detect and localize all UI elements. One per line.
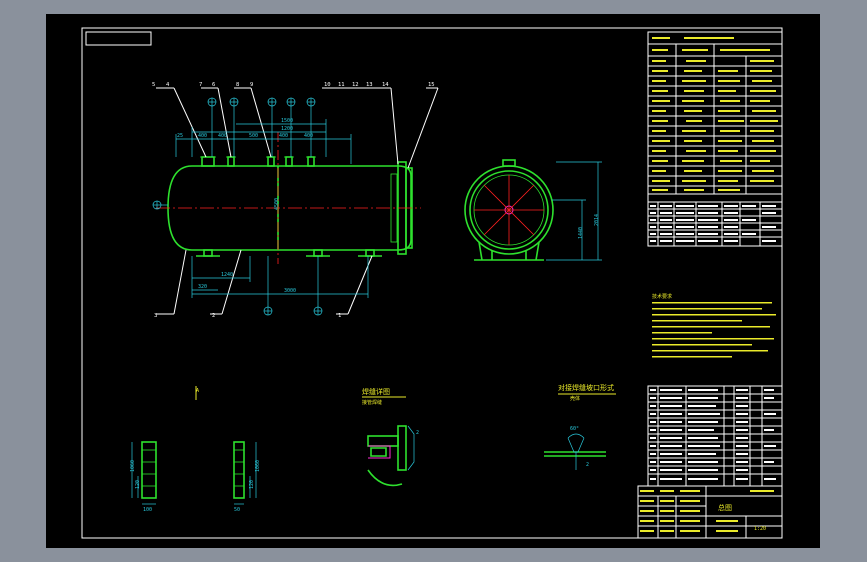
dim-bottom-a: 1240 [221, 272, 233, 278]
svg-text:2: 2 [586, 462, 589, 468]
bill-of-materials [647, 385, 783, 487]
svg-text:壳体: 壳体 [570, 395, 580, 402]
svg-text:50: 50 [234, 507, 240, 513]
svg-text:1060: 1060 [130, 460, 136, 472]
svg-text:60°: 60° [570, 426, 579, 432]
leader-num: 8 [236, 82, 239, 88]
drawing-canvas[interactable]: 5 4 7 6 8 9 10 11 12 13 14 15 3 2 1 25 4… [46, 14, 820, 548]
leader-num: 10 [324, 82, 331, 88]
title-block-scale: 1:20 [754, 526, 766, 532]
dim-end-inner: 1440 [578, 227, 584, 239]
vessel-side-view [152, 132, 421, 264]
leader-num: 7 [199, 82, 202, 88]
leader-num: 9 [250, 82, 253, 88]
svg-text:接管焊缝: 接管焊缝 [362, 399, 382, 406]
dim-seg-e: 400 [304, 133, 313, 139]
dim-bottom-total: 3000 [284, 288, 296, 294]
cad-viewport[interactable]: 5 4 7 6 8 9 10 11 12 13 14 15 3 2 1 25 4… [46, 14, 820, 548]
butt-joint-detail: 对接焊缝坡口形式 壳体 60° 2 [544, 383, 616, 470]
leader-num: 13 [366, 82, 373, 88]
nozzle-marks [207, 97, 316, 157]
leader-num: 14 [382, 82, 389, 88]
dim-seg-b: 400 [218, 133, 227, 139]
dim-upper-mid: 1200 [281, 126, 293, 132]
leader-lines [156, 87, 439, 315]
notes-header: 技术要求 [652, 293, 672, 300]
dim-seg-c: 500 [249, 133, 258, 139]
leader-num: 5 [152, 82, 155, 88]
dim-shell: 4500 [274, 198, 280, 210]
vessel-end-view: 2014 1440 [464, 159, 602, 261]
svg-text:100: 100 [143, 507, 152, 513]
leader-num: 15 [428, 82, 435, 88]
dim-seg-d: 400 [279, 133, 288, 139]
weld-detail: 焊缝详图 接管焊缝 2 [362, 387, 419, 487]
dim-end-height: 2014 [594, 214, 600, 226]
title-block: 总图 1:20 [637, 485, 783, 539]
svg-text:120: 120 [249, 480, 255, 489]
support-detail-right: 1060 120 50 [233, 441, 261, 513]
dim-upper-top: 1500 [281, 118, 293, 124]
support-detail-left: 1060 120 100 [130, 441, 157, 513]
svg-text:1060: 1060 [255, 460, 261, 472]
dim-seg-a: 400 [198, 133, 207, 139]
dim-left-stub: 25 [177, 133, 183, 139]
dimensions-bottom [191, 256, 369, 298]
leader-num: 12 [352, 82, 359, 88]
title-block-label: 总图 [718, 503, 732, 512]
leader-num: 2 [212, 313, 215, 319]
joint-detail-title: 对接焊缝坡口形式 [558, 383, 614, 392]
svg-text:2: 2 [416, 430, 419, 436]
svg-text:120: 120 [135, 480, 141, 489]
technical-notes: 技术要求 [652, 293, 776, 358]
drawing-code-box [85, 31, 152, 46]
leader-num: 1 [338, 313, 341, 319]
leader-num: 3 [154, 313, 157, 319]
weld-detail-title: 焊缝详图 [362, 387, 390, 396]
leader-num: 11 [338, 82, 345, 88]
nozzle-table [647, 193, 783, 247]
dim-bottom-b: 320 [198, 284, 207, 290]
leader-num: 4 [166, 82, 170, 88]
design-data-table [647, 31, 783, 195]
leader-num: 6 [212, 82, 215, 88]
